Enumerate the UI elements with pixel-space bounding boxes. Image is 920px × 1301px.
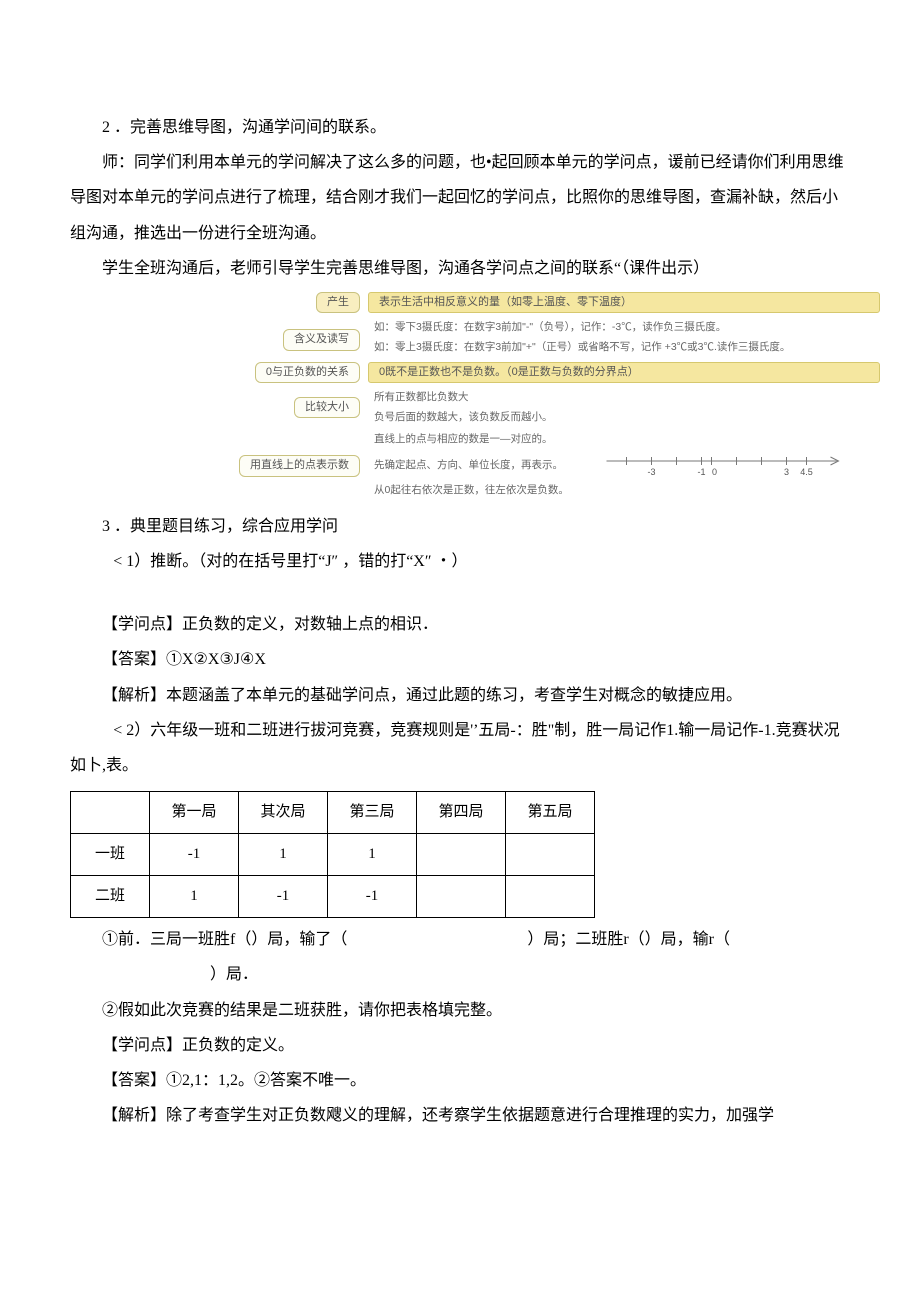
- q1-knowledge: 【学问点】正负数的定义，对数轴上点的相识．: [70, 607, 850, 642]
- mm-desc-origin: 表示生活中相反意义的量（如零上温度、零下温度）: [368, 292, 880, 313]
- cell: [417, 876, 506, 918]
- cell: -1: [150, 834, 239, 876]
- mm-desc-readwrite-2: 如：零上3摄氏度：在数字3前加"+"（正号）或省略不写，记作 +3℃或3℃.读作…: [368, 339, 880, 356]
- tick-neg3: -3: [647, 467, 655, 477]
- mm-desc-numberline-bottom: 从0起往右依次是正数，往左依次是负数。: [368, 482, 880, 499]
- q2-answer: 【答案】①2,1：1,2。②答案不唯一。: [70, 1063, 850, 1098]
- row-label-class1: 一班: [71, 834, 150, 876]
- paragraph-classshare: 学生全班沟通后，老师引导学生完善思维导图，沟通各学问点之间的联系“（课件出示）: [70, 251, 850, 286]
- mm-desc-zero: 0既不是正数也不是负数。（0是正数与负数的分界点）: [368, 362, 880, 383]
- mm-row-compare: 比较大小 所有正数都比负数大 负号后面的数越大，该负数反而越小。: [230, 389, 880, 425]
- mm-node-readwrite: 含义及读写: [283, 329, 360, 350]
- th-round3: 第三局: [328, 792, 417, 834]
- cell: [417, 834, 506, 876]
- mm-desc-compare-1: 所有正数都比负数大: [368, 389, 880, 406]
- th-blank: [71, 792, 150, 834]
- q2-fill-1a: ①前．三局一班胜f（）局，输了（: [102, 931, 347, 948]
- table-row: 一班 -1 1 1: [71, 834, 595, 876]
- q2-fill-1: ①前．三局一班胜f（）局，输了（ ）局；二班胜r（）局，输r（ ）局．: [70, 922, 850, 992]
- score-table: 第一局 其次局 第三局 第四局 第五局 一班 -1 1 1 二班 1 -1 -1: [70, 791, 595, 918]
- mm-desc-numberline-top: 直线上的点与相应的数是一—对应的。: [368, 431, 880, 448]
- table-row: 二班 1 -1 -1: [71, 876, 595, 918]
- mm-desc-numberline-mid: 先确定起点、方向、单位长度，再表示。: [368, 457, 563, 474]
- cell: -1: [328, 876, 417, 918]
- cell: 1: [328, 834, 417, 876]
- mm-row-origin: 产生 表示生活中相反意义的量（如零上温度、零下温度）: [230, 292, 880, 313]
- mm-desc-readwrite-1: 如：零下3摄氏度：在数字3前加"-"（负号），记作：-3℃，读作负三摄氏度。: [368, 319, 880, 336]
- q2-explain: 【解析】除了考查学生对正负数飕义的理解，还考察学生依据题意进行合理推理的实力，加…: [70, 1098, 850, 1133]
- cell: [506, 834, 595, 876]
- table-row: 第一局 其次局 第三局 第四局 第五局: [71, 792, 595, 834]
- cell: -1: [239, 876, 328, 918]
- cell: 1: [150, 876, 239, 918]
- cell: [506, 876, 595, 918]
- mm-node-origin: 产生: [316, 292, 360, 313]
- document-page: 2 ．完善思维导图，沟通学问间的联系。 师：同学们利用本单元的学问解决了这么多的…: [0, 0, 920, 1193]
- th-round4: 第四局: [417, 792, 506, 834]
- tick-zero: 0: [712, 467, 717, 477]
- mm-node-numberline: 用直线上的点表示数: [239, 455, 360, 476]
- cell: 1: [239, 834, 328, 876]
- tick-neg1: -1: [697, 467, 705, 477]
- th-round5: 第五局: [506, 792, 595, 834]
- row-label-class2: 二班: [71, 876, 150, 918]
- mm-node-zero: 0与正负数的关系: [255, 362, 360, 383]
- th-round2: 其次局: [239, 792, 328, 834]
- mm-row-zero: 0与正负数的关系 0既不是正数也不是负数。（0是正数与负数的分界点）: [230, 362, 880, 383]
- q2-fill-1b: ）局；二班胜r（）局，输r（: [527, 931, 730, 948]
- mm-node-compare: 比较大小: [294, 397, 360, 418]
- number-line-icon: -3 -1 0 3 4.5: [573, 451, 880, 479]
- paragraph-teacher: 师：同学们利用本单元的学问解决了这么多的问题，也•起回顾本单元的学问点，谖前已经…: [70, 145, 850, 251]
- question-2-stem: < 2）六年级一班和二班进行拔河竞赛，竞赛规则是'’五局-：胜"制，胜一局记作1…: [70, 713, 850, 783]
- mindmap-diagram: 产生 表示生活中相反意义的量（如零上温度、零下温度） 含义及读写 如：零下3摄氏…: [230, 292, 880, 499]
- tick-pos45: 4.5: [800, 467, 813, 477]
- tick-pos3: 3: [784, 467, 789, 477]
- mm-row-numberline: 用直线上的点表示数 直线上的点与相应的数是一—对应的。 先确定起点、方向、单位长…: [230, 431, 880, 498]
- q2-knowledge: 【学问点】正负数的定义。: [70, 1028, 850, 1063]
- q2-fill-1c: ）局．: [210, 966, 258, 983]
- question-1-stem: < 1）推断。（对的在括号里打“J″ ，错的打“X″ ・）: [70, 544, 850, 579]
- heading-section-3: 3 ．典里题目练习，综合应用学问: [70, 509, 850, 544]
- q1-explain: 【解析】本题涵盖了本单元的基础学问点，通过此题的练习，考查学生对概念的敏捷应用。: [70, 678, 850, 713]
- q2-fill-2: ②假如此次竞赛的结果是二班获胜，请你把表格填完整。: [70, 993, 850, 1028]
- mm-row-readwrite: 含义及读写 如：零下3摄氏度：在数字3前加"-"（负号），记作：-3℃，读作负三…: [230, 319, 880, 355]
- mm-desc-compare-2: 负号后面的数越大，该负数反而越小。: [368, 409, 880, 426]
- th-round1: 第一局: [150, 792, 239, 834]
- q1-answer: 【答案】①X②X③J④X: [70, 642, 850, 677]
- heading-section-2: 2 ．完善思维导图，沟通学问间的联系。: [70, 110, 850, 145]
